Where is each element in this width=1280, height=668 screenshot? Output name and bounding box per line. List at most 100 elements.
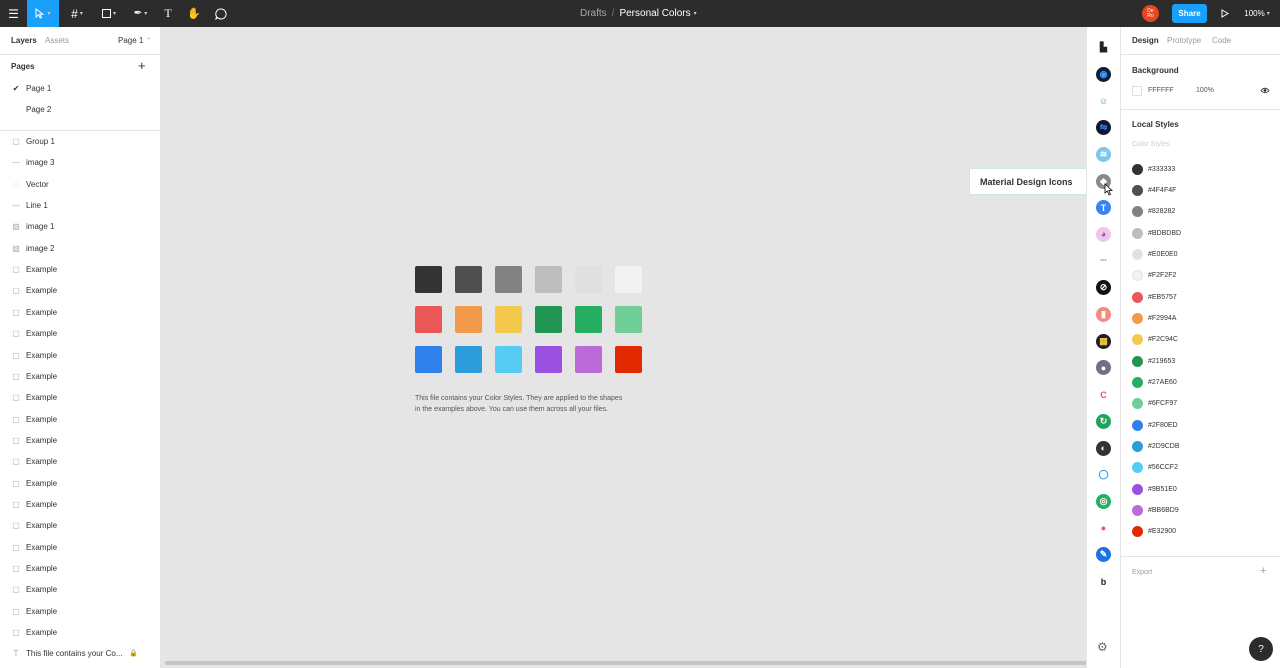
layer-item[interactable]: ▢ Example	[0, 387, 160, 408]
file-name[interactable]: Personal Colors	[619, 8, 690, 19]
main-menu-button[interactable]: ☰	[0, 0, 27, 27]
layer-item[interactable]: ▢ Example	[0, 323, 160, 344]
layer-item[interactable]: ▢ Example	[0, 302, 160, 323]
color-swatch[interactable]	[535, 346, 562, 373]
layer-item[interactable]: ▢ Example	[0, 622, 160, 643]
plugin-icon[interactable]: b	[1096, 574, 1111, 589]
plugin-icon[interactable]: ✎	[1096, 547, 1111, 563]
layer-item[interactable]: ▢ Example	[0, 558, 160, 579]
color-swatch[interactable]	[575, 306, 602, 333]
layer-item[interactable]: ▢ Example	[0, 430, 160, 451]
color-swatch[interactable]	[495, 306, 522, 333]
layer-item[interactable]: ▧ image 1	[0, 216, 160, 237]
layer-item[interactable]: ▢ Example	[0, 494, 160, 515]
color-style-item[interactable]: #E0E0E0	[1132, 248, 1178, 260]
plugin-icon[interactable]: ↻	[1096, 413, 1111, 429]
layer-item[interactable]: — image 3	[0, 152, 160, 173]
tab-prototype[interactable]: Prototype	[1167, 36, 1201, 45]
plugin-icon[interactable]: ⇋	[1096, 120, 1111, 136]
plugin-icon[interactable]: ◉	[1096, 66, 1111, 82]
tab-assets[interactable]: Assets	[45, 36, 69, 45]
layer-item[interactable]: ▢ Example	[0, 537, 160, 558]
color-style-item[interactable]: #27AE60	[1132, 377, 1177, 389]
layer-item[interactable]: ▢ Example	[0, 473, 160, 494]
tab-layers[interactable]: Layers	[11, 36, 37, 45]
color-style-item[interactable]: #BDBDBD	[1132, 227, 1181, 239]
color-swatch[interactable]	[575, 346, 602, 373]
plugin-icon[interactable]: ●	[1096, 520, 1111, 536]
color-style-item[interactable]: #4F4F4F	[1132, 184, 1176, 196]
color-swatch[interactable]	[575, 266, 602, 293]
gear-icon[interactable]: ⚙	[1097, 640, 1108, 654]
color-swatch[interactable]	[615, 346, 642, 373]
plugin-icon[interactable]: ⊘	[1096, 280, 1111, 296]
lock-icon[interactable]: 🔒	[129, 649, 138, 657]
layer-item[interactable]: ▧ image 2	[0, 238, 160, 259]
frame-tool-button[interactable]: # ▾	[64, 0, 90, 27]
color-style-item[interactable]: #2D9CDB	[1132, 441, 1180, 453]
color-style-item[interactable]: #219653	[1132, 355, 1175, 367]
share-button[interactable]: Share	[1172, 4, 1207, 23]
layer-item[interactable]: ▢ Example	[0, 280, 160, 301]
plugin-icon[interactable]: •••	[1096, 253, 1111, 269]
plugin-icon[interactable]: ▮	[1096, 307, 1111, 322]
plugin-icon[interactable]: ◯	[1096, 467, 1111, 483]
add-page-icon[interactable]: +	[138, 58, 146, 73]
layer-item[interactable]: ▢ Example	[0, 366, 160, 387]
color-style-item[interactable]: #56CCF2	[1132, 462, 1178, 474]
plugin-icon[interactable]: ●	[1096, 360, 1111, 376]
layer-item[interactable]: ▢ Example	[0, 515, 160, 536]
color-style-item[interactable]: #9B51E0	[1132, 483, 1177, 495]
canvas[interactable]: This file contains your Color Styles. Th…	[161, 27, 1086, 668]
color-swatch[interactable]	[415, 266, 442, 293]
layer-item[interactable]: ▢ Example	[0, 451, 160, 472]
plugin-icon[interactable]: ◎	[1096, 493, 1111, 509]
color-style-item[interactable]: #828282	[1132, 206, 1175, 218]
color-swatch[interactable]	[535, 266, 562, 293]
tab-design[interactable]: Design	[1132, 36, 1159, 45]
hand-tool-button[interactable]: ✋	[185, 0, 203, 27]
plugin-icon[interactable]: ≋	[1096, 146, 1111, 162]
layer-item[interactable]: ▢ Example	[0, 345, 160, 366]
color-swatch[interactable]	[615, 266, 642, 293]
color-style-item[interactable]: #333333	[1132, 163, 1175, 175]
plugin-icon[interactable]: C	[1096, 387, 1111, 403]
horizontal-scrollbar[interactable]	[165, 661, 1086, 665]
layer-item[interactable]: ▢ Example	[0, 409, 160, 430]
color-style-item[interactable]: #F2C94C	[1132, 334, 1178, 346]
pen-tool-button[interactable]: ✒ ▾	[127, 0, 154, 27]
zoom-dropdown[interactable]: 100% ▾	[1240, 0, 1274, 27]
color-style-item[interactable]: #F2994A	[1132, 312, 1176, 324]
color-style-item[interactable]: #BB6BD9	[1132, 505, 1179, 517]
chevron-down-icon[interactable]: ▾	[694, 10, 697, 17]
text-tool-button[interactable]: T	[159, 0, 177, 27]
add-export-icon[interactable]: +	[1260, 565, 1266, 577]
color-swatch[interactable]	[495, 346, 522, 373]
tab-code[interactable]: Code	[1212, 36, 1231, 45]
color-swatch[interactable]	[455, 266, 482, 293]
plugin-icon[interactable]: ◐	[1096, 440, 1111, 456]
plugin-icon[interactable]: T	[1096, 200, 1111, 216]
color-swatch[interactable]	[415, 306, 442, 333]
plugin-icon[interactable]: ▙	[1096, 40, 1111, 55]
color-swatch[interactable]	[455, 306, 482, 333]
present-button[interactable]	[1217, 0, 1233, 27]
color-style-item[interactable]: #2F80ED	[1132, 419, 1178, 431]
color-swatch[interactable]	[615, 306, 642, 333]
color-swatch[interactable]	[495, 266, 522, 293]
layer-item[interactable]: — Line 1	[0, 195, 160, 216]
shape-tool-button[interactable]: ▾	[96, 0, 122, 27]
page-item-page-2[interactable]: Page 2	[0, 99, 160, 120]
color-style-item[interactable]: #6FCF97	[1132, 398, 1177, 410]
layer-item[interactable]: ◌ Vector	[0, 174, 160, 195]
background-opacity-input[interactable]: 100%	[1196, 87, 1214, 94]
color-style-item[interactable]: #F2F2F2	[1132, 270, 1176, 282]
breadcrumb-parent[interactable]: Drafts	[580, 8, 607, 19]
move-tool-button[interactable]: ▾	[27, 0, 59, 27]
color-swatch[interactable]	[415, 346, 442, 373]
layer-item[interactable]: ▢ Example	[0, 601, 160, 622]
background-hex-input[interactable]: FFFFFF	[1148, 87, 1174, 94]
color-style-item[interactable]: #E32900	[1132, 526, 1176, 538]
eye-icon[interactable]	[1260, 87, 1270, 94]
background-swatch[interactable]	[1132, 86, 1142, 96]
